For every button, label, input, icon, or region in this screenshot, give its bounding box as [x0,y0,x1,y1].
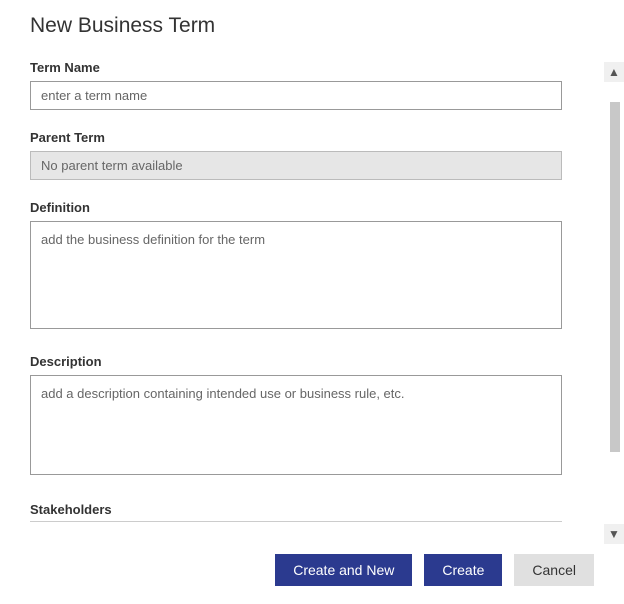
chevron-up-icon: ▲ [608,66,620,78]
chevron-down-icon: ▼ [608,528,620,540]
page-title: New Business Term [30,14,562,38]
term-name-group: Term Name [30,60,562,110]
cancel-button[interactable]: Cancel [514,554,594,586]
definition-input[interactable] [30,221,562,329]
description-label: Description [30,354,562,369]
scrollbar-thumb[interactable] [610,102,620,452]
create-button[interactable]: Create [424,554,502,586]
description-input[interactable] [30,375,562,475]
definition-group: Definition [30,200,562,334]
stakeholders-header: Stakeholders [30,502,562,522]
parent-term-label: Parent Term [30,130,562,145]
scroll-up-button[interactable]: ▲ [604,62,624,82]
button-row: Create and New Create Cancel [275,554,594,586]
description-group: Description [30,354,562,480]
term-name-label: Term Name [30,60,562,75]
scroll-down-button[interactable]: ▼ [604,524,624,544]
definition-label: Definition [30,200,562,215]
create-and-new-button[interactable]: Create and New [275,554,412,586]
parent-term-group: Parent Term No parent term available [30,130,562,180]
parent-term-display: No parent term available [30,151,562,180]
form-panel: New Business Term Term Name Parent Term … [0,0,592,548]
term-name-input[interactable] [30,81,562,110]
